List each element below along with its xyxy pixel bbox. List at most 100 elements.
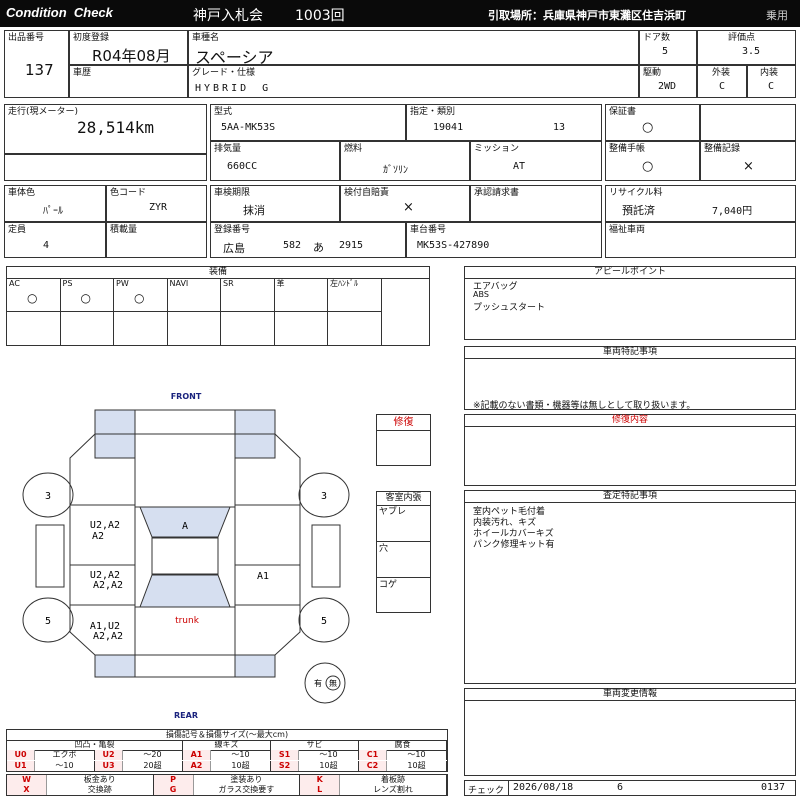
tire-front-left: 3 [45,491,51,502]
designation-value: 19041 [433,122,464,133]
legend-code: U2 [95,750,123,760]
color-code-label: 色コード [110,188,147,198]
model-code-label: 型式 [214,107,233,117]
stamp-mark: 無 [329,678,337,688]
welfare-label: 福祉車両 [609,225,646,235]
vehicle-category: 乗用 [766,9,788,22]
symbol-code: K [300,775,341,785]
maintenance-box: 整備記録 × [700,141,796,181]
left-rear-door-mark: U2,A2 A2,A2 [90,570,126,591]
check-number: 6 [617,782,624,793]
legend-desc: 20超 [123,760,183,771]
displacement-value: 660CC [227,161,258,172]
score-value: 3.5 [742,46,761,57]
equipment-cell: PW ○ [114,278,168,312]
warranty-extra-box [700,104,796,141]
chassis-box: 車台番号 MK53S-427890 [406,222,602,258]
symbol-desc: 塗装あり [194,775,301,785]
legend-group: サビ [271,740,359,750]
recycle-label: リサイクル料 [609,188,663,198]
recycle-status: 預託済 [622,204,655,217]
interior-grade-box: 内装 C [747,65,796,98]
inspection-notes-panel: 査定特記事項 室内ペット毛付着 内装汚れ、キズ ホイールカバーキズ パンク修理キ… [464,490,796,684]
check-date: 2026/08/18 [513,782,574,793]
stamp-prefix: 有 [314,678,322,688]
inspection-label: 車検期限 [214,188,251,198]
equipment-value: ○ [27,291,38,305]
symbol-code: P [153,775,194,785]
windshield-mark: A [182,521,188,532]
cabin-panel: 客室内張 ヤブレ 穴 コゲ [376,491,431,613]
warranty-box: 保証書 ○ [605,104,700,141]
tire-front-right: 3 [321,491,327,502]
legend-panel: 損傷記号＆損傷サイズ(～最大cm) 凹凸・亀裂 線キズ サビ 腐食 U0 エクボ U2 ～2… [6,729,448,772]
legend-desc: 10超 [387,760,447,771]
equipment-blank-cell [7,312,61,345]
symbol-code: X [7,785,47,795]
plate-box: 登録番号 広島 582 あ 2915 [210,222,406,258]
tire-rear-left: 5 [45,616,51,627]
equipment-cell: NAVI [167,278,221,312]
equipment-blank-cell [61,312,114,345]
change-info-title: 車両変更情報 [465,689,795,701]
trunk-label: trunk [175,616,200,626]
appeal-line-3: プッシュスタート [473,303,546,313]
left-front-door-line1: U2,A2 [90,520,120,531]
equipment-cell: PS ○ [60,278,114,312]
plate-class: 582 [283,240,302,251]
symbol-desc: 板金あり [47,775,154,785]
fuel-label: 燃料 [344,144,363,154]
manual-label: 整備手帳 [609,144,646,154]
approval-label: 承認請求書 [474,188,520,198]
model-code-value: 5AA-MK53S [221,122,276,133]
drive-box: 駆動 2WD [639,65,697,98]
grade-box: グレード・仕様 HYBRID G [188,65,639,98]
equipment-label: PW [116,279,129,288]
model-name-label: 車種名 [192,33,220,43]
check-code: 0137 [761,782,786,793]
legend-code: C2 [359,760,387,771]
cabin-item-hole: 穴 [379,544,389,554]
plate-kana: あ [313,241,324,254]
drive-label: 駆動 [643,68,662,78]
first-reg-label: 初度登録 [73,33,110,43]
history-label: 車歴 [73,68,92,78]
header-bar: Condition Check 神戸入札会 1003回 引取場所：兵庫県神戸市東… [0,0,800,27]
body-color-value: ﾊﾟｰﾙ [43,206,63,217]
plate-number: 2915 [339,240,364,251]
left-front-door-line2: A2 [92,531,104,542]
front-label: FRONT [171,392,202,401]
symbol-code: L [300,785,341,795]
repair-content-panel: 修復内容 [464,414,796,486]
legend-code: U0 [7,750,35,760]
header-title-left: Condition Check [6,5,113,20]
recycle-fee: 7,040円 [712,206,753,217]
equipment-label: 革 [276,279,285,288]
color-code-value: ZYR [149,202,168,213]
lot-number: 137 [25,61,54,79]
interior-grade-label: 内装 [760,68,779,78]
left-front-door-mark: U2,A2 A2 [90,520,126,542]
warranty-value: ○ [642,120,654,135]
pickup-location: 引取場所：兵庫県神戸市東灘区住吉浜町 [488,9,686,22]
equipment-grid: AC ○ PS ○ PW ○ NAVI SR 革 左ﾊﾝﾄﾞﾙ [7,278,429,345]
mileage-value: 28,514km [77,118,155,137]
symbol-desc: レンズ割れ [340,785,447,795]
equipment-blank-cell [221,312,275,345]
warranty-label: 保証書 [609,107,637,117]
chassis-value: MK53S-427890 [417,240,490,251]
score-label: 評価点 [728,33,756,43]
doors-value: 5 [662,46,669,57]
body-color-label: 車体色 [8,188,36,198]
legend-desc: 10超 [299,760,359,771]
change-info-panel: 車両変更情報 [464,688,796,776]
check-row: チェック 2026/08/18 6 0137 [464,780,796,796]
designation-box: 指定・類別 19041 13 [406,104,602,141]
equipment-blank-cell [275,312,328,345]
cabin-item-burn: コゲ [379,580,398,590]
cabin-title: 客室内張 [377,492,430,506]
equipment-blank-cell [328,312,382,345]
equipment-panel: 装備 AC ○ PS ○ PW ○ NAVI SR 革左ﾊﾝﾄﾞﾙ [6,266,430,346]
model-code-box: 型式 5AA-MK53S [210,104,406,141]
mileage-extra-box [4,154,207,181]
